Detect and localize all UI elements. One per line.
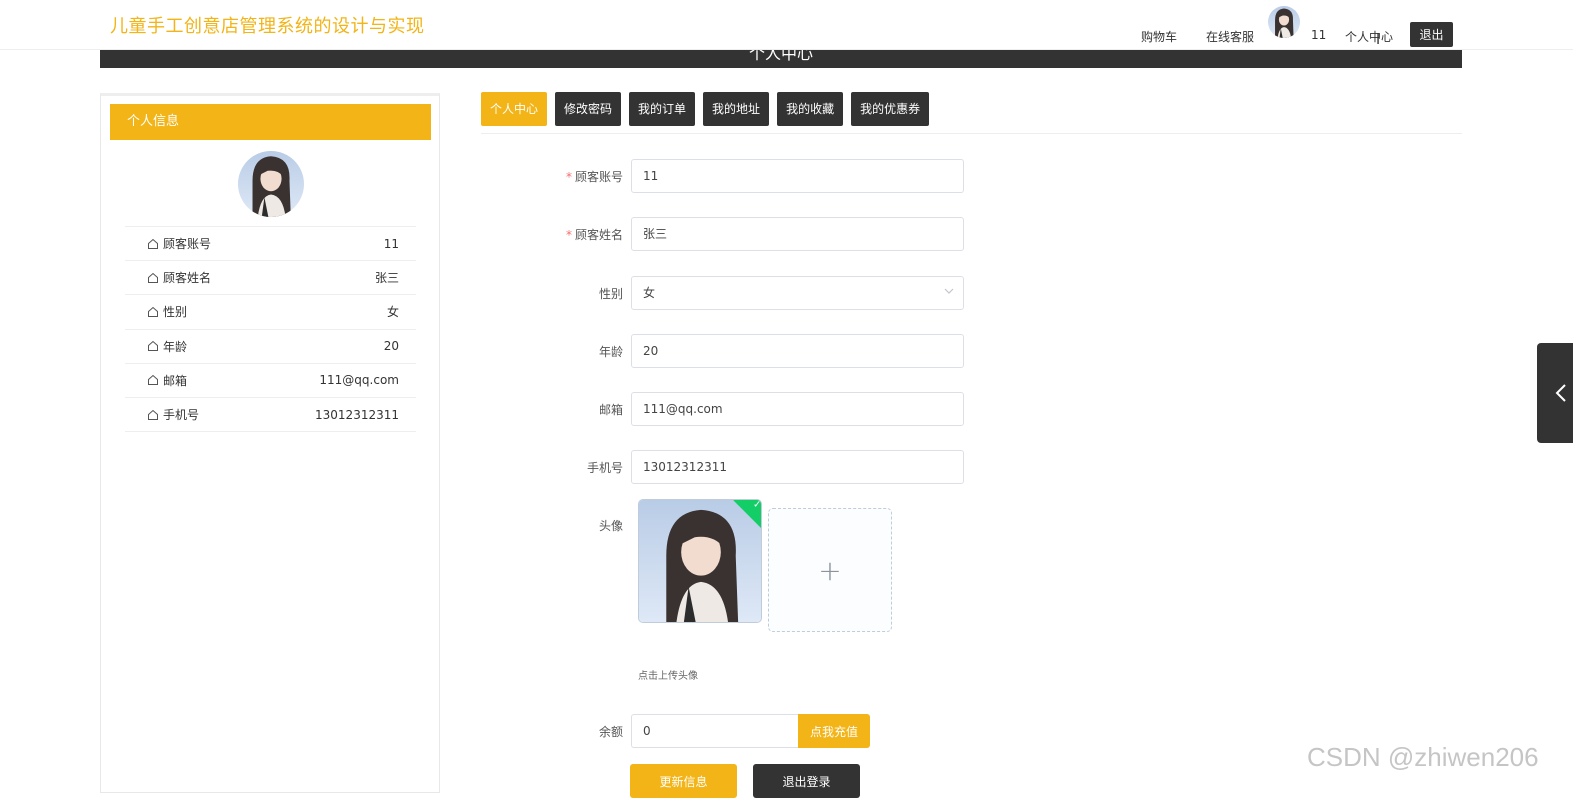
- form-row-email: 邮箱 111@qq.com: [560, 392, 964, 426]
- tab-my-coupons[interactable]: 我的优惠券: [851, 92, 930, 126]
- info-value: 11: [383, 236, 399, 251]
- form-row-balance: 余额 0 点我充值: [560, 714, 870, 748]
- form-label: 邮箱: [598, 402, 623, 417]
- account-input[interactable]: 11: [631, 159, 964, 193]
- form-row-phone: 手机号 13012312311: [560, 450, 964, 484]
- info-row-account: 顾客账号 11: [125, 227, 416, 262]
- tab-my-addresses[interactable]: 我的地址: [703, 92, 770, 126]
- site-title: 儿童手工创意店管理系统的设计与实现: [110, 16, 425, 37]
- nav-username: 11: [1311, 28, 1327, 42]
- form-label: 余额: [598, 724, 623, 739]
- page-banner: 个人中心: [100, 50, 1462, 68]
- info-label: 年龄: [163, 339, 188, 354]
- balance-input[interactable]: 0: [631, 714, 798, 748]
- home-icon: [148, 306, 158, 317]
- nav-cart-link[interactable]: 购物车: [1141, 28, 1177, 45]
- info-label: 顾客姓名: [163, 271, 212, 286]
- info-row-gender: 性别 女: [125, 295, 416, 330]
- logout-button[interactable]: 退出登录: [753, 764, 860, 798]
- uploaded-avatar-thumbnail[interactable]: ✓: [638, 499, 762, 623]
- top-navbar: 儿童手工创意店管理系统的设计与实现 购物车 在线客服 11 个人中心 I 退出: [0, 0, 1573, 50]
- home-icon: [148, 238, 158, 249]
- home-icon: [148, 409, 158, 420]
- panel-header: 个人信息: [110, 104, 431, 140]
- form-label: * 顾客姓名: [565, 227, 623, 242]
- chevron-left-icon: [1555, 384, 1566, 402]
- form-label: 年龄: [598, 344, 623, 359]
- tab-change-password[interactable]: 修改密码: [555, 92, 622, 126]
- tab-my-orders[interactable]: 我的订单: [629, 92, 696, 126]
- form-row-gender: 性别 女: [560, 276, 964, 310]
- info-label: 邮箱: [163, 373, 188, 388]
- update-info-button[interactable]: 更新信息: [630, 764, 737, 798]
- tab-profile-center[interactable]: 个人中心: [481, 92, 548, 126]
- form-label: 手机号: [586, 460, 623, 475]
- age-input[interactable]: 20: [631, 334, 964, 368]
- upload-hint: 点击上传头像: [638, 671, 698, 682]
- info-label: 手机号: [163, 408, 200, 423]
- info-list: 顾客账号 11 顾客姓名 张三 性别 女 年龄 20 邮箱 111@qq.com…: [125, 226, 416, 433]
- user-avatar[interactable]: [1268, 6, 1300, 38]
- nav-profile-link[interactable]: 个人中心: [1345, 28, 1393, 45]
- name-input[interactable]: 张三: [631, 217, 964, 251]
- banner-title: 个人中心: [748, 50, 813, 63]
- info-row-age: 年龄 20: [125, 330, 416, 364]
- recharge-button[interactable]: 点我充值: [798, 714, 870, 748]
- info-label: 性别: [163, 305, 188, 320]
- info-row-phone: 手机号 13012312311: [125, 398, 416, 433]
- avatar-label: 头像: [598, 519, 623, 533]
- tabs-divider: [481, 133, 1462, 134]
- info-label: 顾客账号: [163, 237, 212, 252]
- form-label: 性别: [598, 286, 623, 301]
- home-icon: [148, 340, 158, 352]
- info-value: 111@qq.com: [319, 373, 399, 388]
- required-mark: *: [565, 227, 572, 242]
- avatar-upload-button[interactable]: +: [768, 508, 892, 632]
- phone-input[interactable]: 13012312311: [631, 450, 964, 484]
- text-cursor-icon: I: [1376, 32, 1381, 48]
- side-panel-toggle[interactable]: [1537, 343, 1573, 443]
- info-value: 张三: [374, 271, 399, 286]
- chevron-down-icon: [944, 288, 954, 294]
- nav-service-link[interactable]: 在线客服: [1206, 28, 1254, 45]
- info-value: 13012312311: [315, 407, 399, 422]
- plus-icon: +: [818, 553, 842, 587]
- info-value: 女: [386, 305, 399, 320]
- gender-select[interactable]: 女: [631, 276, 964, 310]
- form-label: * 顾客账号: [565, 169, 623, 184]
- watermark: CSDN @zhiwen206: [1307, 742, 1539, 772]
- home-icon: [148, 375, 158, 386]
- check-icon: ✓: [753, 499, 762, 511]
- info-value: 20: [383, 339, 399, 354]
- form-row-account: * 顾客账号 11: [560, 159, 964, 193]
- profile-info-panel: 个人信息 顾客账号 11 顾客姓名 张三 性别 女 年龄 20 邮箱 111@q…: [100, 93, 440, 793]
- form-row-name: * 顾客姓名 张三: [560, 217, 964, 251]
- profile-avatar: [238, 151, 304, 217]
- info-row-name: 顾客姓名 张三: [125, 261, 416, 296]
- header-logout-button[interactable]: 退出: [1410, 22, 1453, 47]
- info-row-email: 邮箱 111@qq.com: [125, 364, 416, 398]
- form-row-age: 年龄 20: [560, 334, 964, 368]
- profile-tabs: 个人中心 修改密码 我的订单 我的地址 我的收藏 我的优惠券: [481, 92, 930, 126]
- tab-my-favorites[interactable]: 我的收藏: [777, 92, 844, 126]
- home-icon: [148, 272, 158, 283]
- email-input[interactable]: 111@qq.com: [631, 392, 964, 426]
- required-mark: *: [565, 169, 572, 184]
